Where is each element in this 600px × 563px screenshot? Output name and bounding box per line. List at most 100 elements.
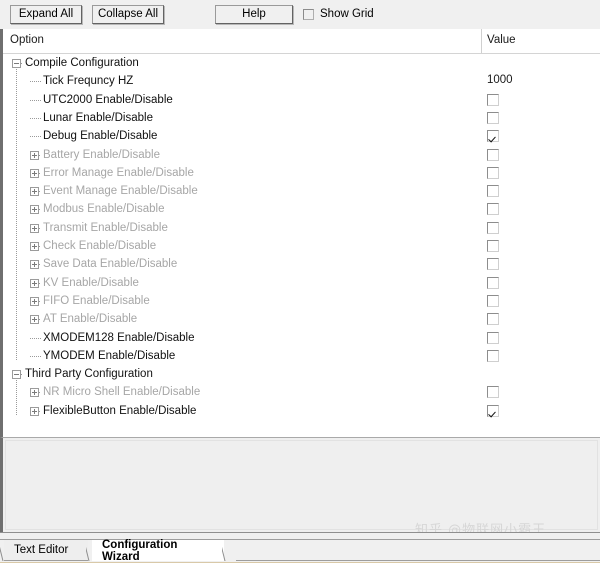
tree-connector-line [39, 191, 41, 193]
tree-row-label: FlexibleButton Enable/Disable [43, 404, 197, 417]
tree-row[interactable]: Modbus Enable/Disable [3, 200, 600, 218]
tree-row-label: Error Manage Enable/Disable [43, 166, 194, 179]
collapse-all-button[interactable]: Collapse All [92, 5, 164, 24]
tree-row-label: Debug Enable/Disable [43, 130, 158, 143]
tree-row-label: XMODEM128 Enable/Disable [43, 331, 195, 344]
value-checkbox[interactable] [487, 294, 499, 307]
tree-row[interactable]: Lunar Enable/Disable [3, 109, 600, 127]
tree-row-label: YMODEM Enable/Disable [43, 349, 176, 362]
value-checkbox[interactable] [487, 349, 499, 362]
tree-row-label: Save Data Enable/Disable [43, 258, 178, 271]
collapse-minus-icon[interactable] [12, 59, 21, 68]
tree-row-label: Check Enable/Disable [43, 240, 157, 252]
value-checkbox[interactable] [487, 258, 499, 271]
tree-row-label: Third Party Configuration [25, 368, 153, 381]
tree-row[interactable]: XMODEM128 Enable/Disable [3, 329, 600, 347]
tree-connector-line [39, 392, 41, 394]
column-divider[interactable] [481, 29, 482, 53]
expand-plus-icon[interactable] [30, 150, 39, 160]
value-checkbox[interactable] [487, 386, 499, 399]
value-text[interactable]: 1000 [487, 74, 513, 86]
tree-connector-line [39, 264, 41, 266]
tree-connector-line [30, 136, 41, 138]
grid-rows: Compile Configuration Tick Frequncy HZ 100… [3, 54, 600, 437]
tree-row[interactable]: AT Enable/Disable [3, 310, 600, 328]
expand-all-button[interactable]: Expand All [10, 5, 82, 24]
tree-row[interactable]: Event Manage Enable/Disable [3, 182, 600, 200]
tab-text-editor[interactable]: Text Editor [4, 540, 88, 561]
tree-connector-line [39, 246, 41, 247]
value-checkbox[interactable] [487, 111, 499, 124]
description-pane [0, 437, 600, 532]
options-grid: Option Value Compile Configuration Tick F… [0, 29, 600, 437]
tree-connector-line [30, 99, 41, 101]
tree-row[interactable]: FlexibleButton Enable/Disable [3, 402, 600, 420]
tree-row[interactable]: YMODEM Enable/Disable [3, 347, 600, 365]
tree-row[interactable]: NR Micro Shell Enable/Disable [3, 383, 600, 401]
description-text [5, 440, 598, 530]
tree-row-label: Compile Configuration [25, 57, 139, 69]
checkbox-icon[interactable] [303, 8, 314, 20]
tree-connector-line [21, 63, 23, 64]
toolbar: Expand All Collapse All Help Show Grid [0, 0, 600, 30]
tree-connector-line [39, 209, 41, 211]
tree-row[interactable]: Check Enable/Disable [3, 237, 600, 255]
tree-connector-line [39, 154, 41, 156]
tree-row[interactable]: Third Party Configuration [3, 365, 600, 383]
tree-row-label: KV Enable/Disable [43, 276, 139, 289]
expand-plus-icon[interactable] [30, 315, 39, 325]
tab-configuration-wizard[interactable]: Configuration Wizard [92, 539, 224, 563]
value-checkbox[interactable] [487, 166, 499, 179]
configuration-wizard-window: Expand All Collapse All Help Show Grid O… [0, 0, 600, 563]
value-checkbox[interactable] [487, 240, 499, 252]
tree-connector-line [39, 300, 41, 302]
expand-plus-icon[interactable] [30, 388, 39, 398]
tree-connector-line [30, 337, 41, 339]
tree-connector-line [39, 227, 41, 229]
value-checkbox[interactable] [487, 185, 499, 198]
tree-connector-line [30, 81, 41, 83]
show-grid-checkbox[interactable]: Show Grid [303, 8, 374, 20]
help-button[interactable]: Help [215, 5, 293, 24]
value-checkbox[interactable] [487, 404, 499, 417]
column-header-option[interactable]: Option [10, 34, 44, 46]
tree-row[interactable]: Transmit Enable/Disable [3, 219, 600, 237]
tree-row-label: Event Manage Enable/Disable [43, 185, 198, 198]
tree-row-label: UTC2000 Enable/Disable [43, 93, 173, 106]
tree-row[interactable]: UTC2000 Enable/Disable [3, 91, 600, 109]
expand-plus-icon[interactable] [30, 260, 39, 270]
value-checkbox[interactable] [487, 148, 499, 161]
tree-connector-line [39, 319, 41, 321]
value-checkbox[interactable] [487, 276, 499, 289]
tree-row[interactable]: Battery Enable/Disable [3, 146, 600, 164]
tree-connector-line [30, 355, 41, 357]
value-checkbox[interactable] [487, 331, 499, 344]
tree-row-label: Battery Enable/Disable [43, 148, 160, 161]
tree-row[interactable]: Tick Frequncy HZ 1000 [3, 72, 600, 90]
tree-row[interactable]: KV Enable/Disable [3, 274, 600, 292]
tree-row[interactable]: Save Data Enable/Disable [3, 255, 600, 273]
value-checkbox[interactable] [487, 130, 499, 143]
value-checkbox[interactable] [487, 93, 499, 106]
tree-row[interactable]: Debug Enable/Disable [3, 127, 600, 145]
value-checkbox[interactable] [487, 221, 499, 234]
tree-connector-line [39, 410, 41, 412]
expand-plus-icon[interactable] [30, 223, 39, 233]
expand-plus-icon[interactable] [30, 296, 39, 306]
column-header-value[interactable]: Value [487, 34, 516, 46]
tree-row-label: Lunar Enable/Disable [43, 111, 153, 124]
expand-plus-icon[interactable] [30, 278, 39, 288]
collapse-minus-icon[interactable] [12, 370, 21, 380]
value-checkbox[interactable] [487, 313, 499, 326]
tree-row[interactable]: FIFO Enable/Disable [3, 292, 600, 310]
expand-plus-icon[interactable] [30, 168, 39, 178]
value-checkbox[interactable] [487, 203, 499, 216]
expand-plus-icon[interactable] [30, 187, 39, 197]
expand-plus-icon[interactable] [30, 242, 39, 251]
tree-row-label: Transmit Enable/Disable [43, 221, 168, 234]
expand-plus-icon[interactable] [30, 406, 39, 416]
tree-row[interactable]: Error Manage Enable/Disable [3, 164, 600, 182]
expand-plus-icon[interactable] [30, 205, 39, 215]
tree-row[interactable]: Compile Configuration [3, 54, 600, 72]
tab-separator [222, 540, 233, 561]
